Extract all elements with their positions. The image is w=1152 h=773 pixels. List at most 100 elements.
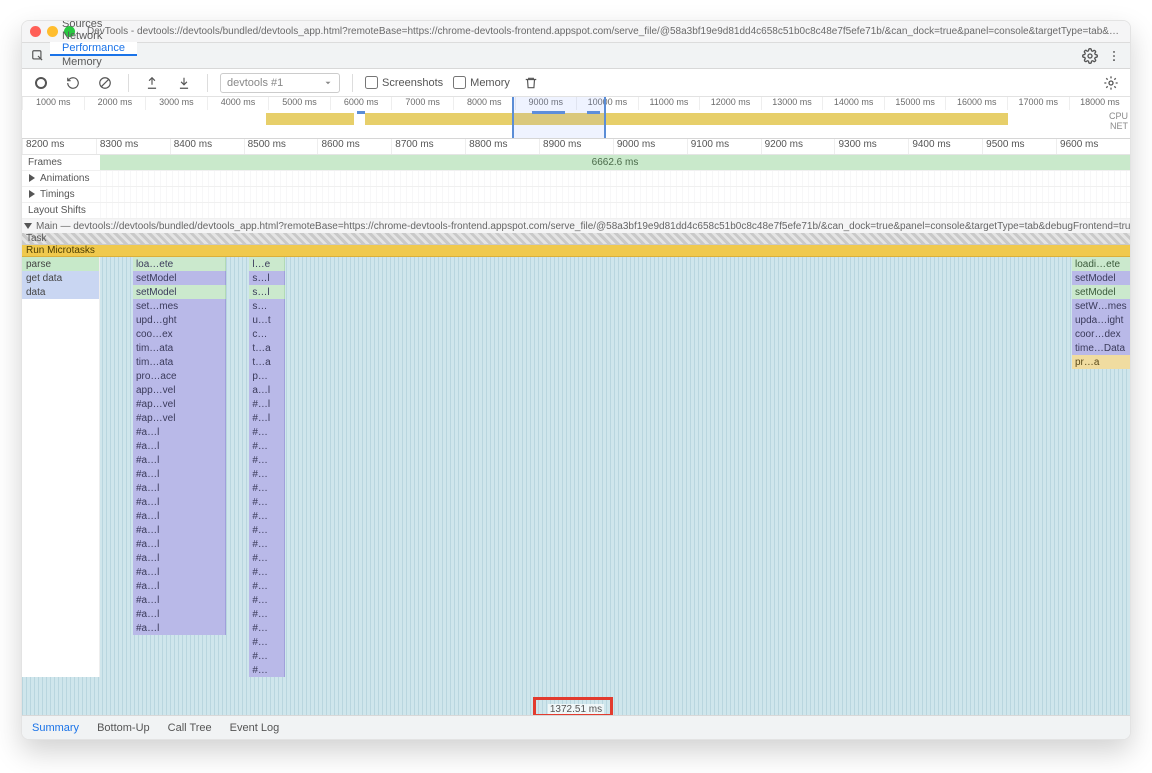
flame-block[interactable]: a…l (249, 383, 285, 397)
flame-block[interactable]: #… (249, 663, 285, 677)
flame-block[interactable]: l…e (249, 257, 285, 271)
details-tab-event-log[interactable]: Event Log (230, 722, 280, 734)
flame-block[interactable]: #a…l (133, 579, 226, 593)
timings-lane[interactable]: Timings (22, 187, 1130, 203)
flame-block[interactable]: #… (249, 509, 285, 523)
flame-block[interactable]: #… (249, 621, 285, 635)
flame-block[interactable]: #… (249, 607, 285, 621)
flame-block[interactable]: #ap…vel (133, 411, 226, 425)
flame-block-right[interactable]: loadi…ete (1072, 257, 1130, 271)
flame-row[interactable]: parseloa…etel…eloadi…ete (22, 257, 1130, 271)
flame-block[interactable]: #… (249, 425, 285, 439)
flame-block-right[interactable]: coor…dex (1072, 327, 1130, 341)
flame-row[interactable]: coo…exc…coor…dex (22, 327, 1130, 341)
flame-row[interactable]: #a…l #… (22, 523, 1130, 537)
frames-lane[interactable]: Frames 6662.6 ms (22, 155, 1130, 171)
flame-block[interactable]: #… (249, 565, 285, 579)
flame-block[interactable]: #a…l (133, 467, 226, 481)
close-icon[interactable] (30, 26, 41, 37)
flame-row[interactable]: upd…ght u…t upda…ight (22, 313, 1130, 327)
flame-block[interactable]: u…t (249, 313, 285, 327)
flame-block[interactable]: #a…l (133, 439, 226, 453)
flame-row[interactable]: #a…l #… (22, 621, 1130, 635)
capture-settings-icon[interactable] (1100, 75, 1122, 91)
expand-icon[interactable] (29, 190, 35, 198)
flame-block-right[interactable]: setModel (1072, 271, 1130, 285)
flame-block-right[interactable]: setW…mes (1072, 299, 1130, 313)
details-tab-bottom-up[interactable]: Bottom-Up (97, 722, 150, 734)
tab-network[interactable]: Network (50, 30, 137, 42)
flame-row[interactable]: set…mess…setW…mes (22, 299, 1130, 313)
flame-block[interactable]: app…vel (133, 383, 226, 397)
flame-block[interactable]: #… (249, 523, 285, 537)
flame-block-right[interactable]: time…Data (1072, 341, 1130, 355)
flame-block[interactable]: #ap…vel (133, 397, 226, 411)
flame-block[interactable]: #a…l (133, 621, 226, 635)
flame-block[interactable]: #… (249, 649, 285, 663)
overview-timeline[interactable]: 1000 ms2000 ms3000 ms4000 ms5000 ms6000 … (22, 97, 1130, 139)
tab-memory[interactable]: Memory (50, 56, 137, 68)
flame-block[interactable]: #… (249, 635, 285, 649)
flame-block[interactable]: pro…ace (133, 369, 226, 383)
flame-block[interactable]: #a…l (133, 495, 226, 509)
recording-select[interactable]: devtools #1 (220, 73, 340, 93)
flame-row[interactable]: #a…l #… (22, 453, 1130, 467)
flame-block[interactable]: #a…l (133, 537, 226, 551)
flame-block[interactable]: #… (249, 439, 285, 453)
clear-button[interactable] (94, 76, 116, 90)
flame-row[interactable]: #ap…vel #…l (22, 397, 1130, 411)
upload-button[interactable] (141, 76, 163, 90)
flame-row[interactable]: #a…l#… (22, 593, 1130, 607)
flame-row[interactable]: #a…l #… (22, 439, 1130, 453)
download-button[interactable] (173, 76, 195, 90)
flame-row[interactable]: pro…ace p… (22, 369, 1130, 383)
flame-block[interactable]: #a…l (133, 551, 226, 565)
flame-block-right[interactable]: upda…ight (1072, 313, 1130, 327)
flame-block[interactable]: #… (249, 579, 285, 593)
flame-block[interactable]: tim…ata (133, 341, 226, 355)
flame-row[interactable]: #ap…vel #…l (22, 411, 1130, 425)
memory-checkbox[interactable]: Memory (453, 76, 510, 89)
flame-row[interactable]: #a…l #… (22, 565, 1130, 579)
flame-row[interactable]: #a…l #… (22, 481, 1130, 495)
flame-block[interactable]: #…l (249, 411, 285, 425)
task-bar[interactable]: Task (22, 233, 1130, 245)
flame-row[interactable]: tim…atat…apr…a (22, 355, 1130, 369)
flame-row[interactable]: tim…ata t…a time…Data (22, 341, 1130, 355)
flame-block[interactable]: s…l (249, 271, 285, 285)
flame-block[interactable]: coo…ex (133, 327, 226, 341)
trash-icon[interactable] (520, 76, 542, 90)
flame-row[interactable]: #a…l #… (22, 467, 1130, 481)
flame-block[interactable]: s…l (249, 285, 285, 299)
flame-block[interactable]: #a…l (133, 523, 226, 537)
flame-row[interactable]: #… (22, 663, 1130, 677)
flame-block[interactable]: #a…l (133, 565, 226, 579)
details-tab-summary[interactable]: Summary (32, 722, 79, 734)
flame-chart[interactable]: parseloa…etel…eloadi…eteget datasetModel… (22, 257, 1130, 715)
overview-selection[interactable] (512, 97, 606, 138)
flame-block[interactable]: p… (249, 369, 285, 383)
record-button[interactable] (30, 77, 52, 89)
flame-row[interactable]: #a…l#… (22, 425, 1130, 439)
screenshots-checkbox[interactable]: Screenshots (365, 76, 443, 89)
flame-row[interactable]: #a…l #… (22, 495, 1130, 509)
more-icon[interactable] (1102, 49, 1126, 63)
flame-block[interactable]: #… (249, 495, 285, 509)
flame-block[interactable]: #… (249, 453, 285, 467)
flame-block-right[interactable]: setModel (1072, 285, 1130, 299)
flame-block[interactable]: #… (249, 467, 285, 481)
flame-block[interactable]: tim…ata (133, 355, 226, 369)
main-thread-header[interactable]: Main — devtools://devtools/bundled/devto… (22, 219, 1130, 233)
flame-row[interactable]: #… (22, 649, 1130, 663)
flame-block[interactable]: t…a (249, 341, 285, 355)
flame-block[interactable]: upd…ght (133, 313, 226, 327)
flame-row[interactable]: #a…l#… (22, 509, 1130, 523)
flame-block[interactable]: s… (249, 299, 285, 313)
frames-bar[interactable]: 6662.6 ms (100, 155, 1130, 170)
flame-block[interactable]: #a…l (133, 593, 226, 607)
flame-block[interactable]: #…l (249, 397, 285, 411)
settings-icon[interactable] (1078, 48, 1102, 64)
flame-block[interactable]: #… (249, 481, 285, 495)
flame-block[interactable]: #a…l (133, 481, 226, 495)
flame-block[interactable]: #a…l (133, 453, 226, 467)
